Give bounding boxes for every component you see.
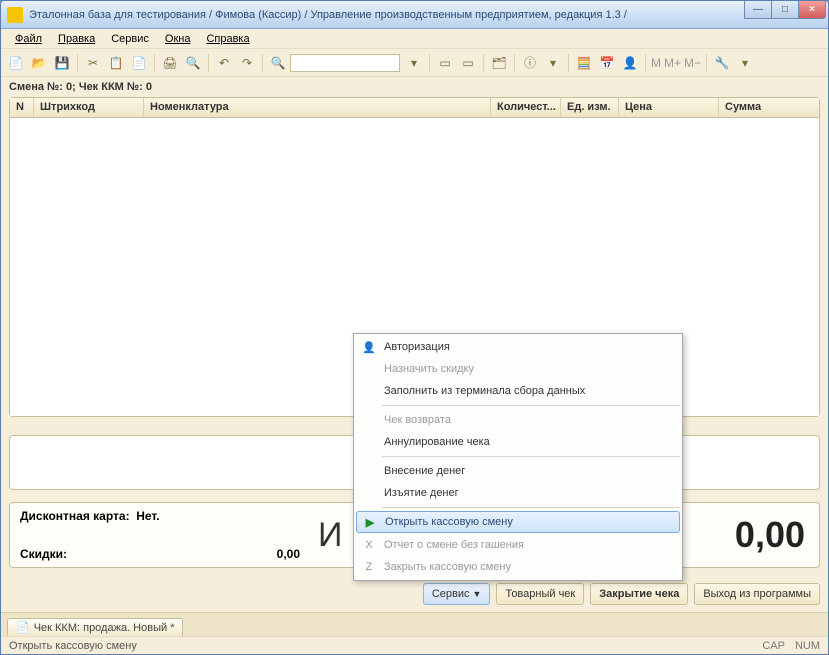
mi-auth[interactable]: 👤 Авторизация — [354, 336, 682, 358]
chevron-down-icon: ▼ — [473, 589, 482, 599]
status-bar: Открыть кассовую смену CAP NUM — [1, 636, 828, 654]
tb-views2-icon[interactable]: ▭ — [457, 52, 479, 74]
z-report-icon: Z — [358, 558, 380, 576]
bottom-button-bar: Сервис▼ Товарный чек Закрытие чека Выход… — [1, 578, 828, 610]
close-button[interactable]: × — [798, 1, 826, 19]
tb-copy-icon[interactable]: 📋 — [105, 52, 127, 74]
menubar: Файл Правка Сервис Окна Справка — [1, 29, 828, 49]
menu-windows[interactable]: Окна — [157, 31, 199, 47]
tb-cal-icon[interactable]: 📅 — [596, 52, 618, 74]
tb-paste-icon[interactable]: 📄 — [128, 52, 150, 74]
mi-fill-terminal[interactable]: Заполнить из терминала сбора данных — [354, 380, 682, 402]
app-icon — [7, 7, 23, 23]
status-cap: CAP — [762, 640, 785, 652]
mi-withdraw[interactable]: Изъятие денег — [354, 482, 682, 504]
shift-info: Смена №: 0; Чек ККМ №: 0 — [1, 77, 828, 97]
tb-mplus-button[interactable]: M+ — [663, 52, 682, 74]
tb-print-icon[interactable]: 🖨 — [159, 52, 181, 74]
minimize-button[interactable]: — — [744, 1, 772, 19]
mi-open-shift[interactable]: ▶ Открыть кассовую смену — [356, 511, 680, 533]
goods-check-button[interactable]: Товарный чек — [496, 583, 584, 605]
mi-close-shift[interactable]: Z Закрыть кассовую смену — [354, 556, 682, 578]
tb-preview-icon[interactable]: 🔍 — [182, 52, 204, 74]
tb-m-button[interactable]: M — [650, 52, 662, 74]
mi-annul[interactable]: Аннулирование чека — [354, 431, 682, 453]
tb-redo-icon[interactable]: ↷ — [236, 52, 258, 74]
col-n[interactable]: N — [10, 98, 34, 117]
play-icon: ▶ — [359, 513, 381, 531]
col-nomenclature[interactable]: Номенклатура — [144, 98, 491, 117]
mi-assign-discount[interactable]: Назначить скидку — [354, 358, 682, 380]
col-uom[interactable]: Ед. изм. — [561, 98, 619, 117]
discounts-value: 0,00 — [277, 547, 300, 561]
col-barcode[interactable]: Штрихкод — [34, 98, 144, 117]
service-context-menu: 👤 Авторизация Назначить скидку Заполнить… — [353, 333, 683, 581]
tb-dropdown-icon[interactable]: ▾ — [403, 52, 425, 74]
mi-return-check[interactable]: Чек возврата — [354, 409, 682, 431]
tb-info-icon[interactable]: ⓘ — [519, 52, 541, 74]
tb-search-input[interactable] — [290, 54, 400, 72]
tb-undo-icon[interactable]: ↶ — [213, 52, 235, 74]
mi-report-no-reset[interactable]: X Отчет о смене без гашения — [354, 534, 682, 556]
maximize-icon: □ — [782, 4, 788, 15]
tb-new-icon[interactable]: 📄 — [5, 52, 27, 74]
x-report-icon: X — [358, 536, 380, 554]
discounts-label: Скидки: — [20, 547, 67, 561]
menu-file[interactable]: Файл — [7, 31, 50, 47]
tb-user-icon[interactable]: 👤 — [619, 52, 641, 74]
minimize-icon: — — [753, 4, 763, 15]
tb-cut-icon[interactable]: ✂ — [82, 52, 104, 74]
tb-calc-icon[interactable]: 🧮 — [573, 52, 595, 74]
maximize-button[interactable]: □ — [771, 1, 799, 19]
tb-search-icon[interactable]: 🔍 — [267, 52, 289, 74]
menu-edit[interactable]: Правка — [50, 31, 103, 47]
tb-open-icon[interactable]: 📂 — [28, 52, 50, 74]
tb-mminus-button[interactable]: M− — [683, 52, 702, 74]
mi-deposit[interactable]: Внесение денег — [354, 460, 682, 482]
close-check-button[interactable]: Закрытие чека — [590, 583, 688, 605]
tb-stack-icon[interactable]: 🗂 — [488, 52, 510, 74]
status-num: NUM — [795, 640, 820, 652]
tb-wrench-dd-icon[interactable]: ▾ — [734, 52, 756, 74]
menu-help[interactable]: Справка — [198, 31, 257, 47]
exit-button[interactable]: Выход из программы — [694, 583, 820, 605]
tb-views-icon[interactable]: ▭ — [434, 52, 456, 74]
tb-wrench-icon[interactable]: 🔧 — [711, 52, 733, 74]
discount-card-label: Дисконтная карта: Нет. — [20, 509, 160, 523]
menu-service[interactable]: Сервис — [103, 31, 157, 47]
grid-header: N Штрихкод Номенклатура Количест... Ед. … — [10, 98, 819, 118]
col-price[interactable]: Цена — [619, 98, 719, 117]
window-title: Эталонная база для тестирования / Фимова… — [29, 9, 828, 21]
tb-info-dd-icon[interactable]: ▾ — [542, 52, 564, 74]
tabstrip: 📄Чек ККМ: продажа. Новый * — [1, 612, 828, 636]
col-quantity[interactable]: Количест... — [491, 98, 561, 117]
toolbar: 📄 📂 💾 ✂ 📋 📄 🖨 🔍 ↶ ↷ 🔍 ▾ ▭ ▭ 🗂 ⓘ ▾ 🧮 📅 👤 … — [1, 49, 828, 77]
close-icon: × — [809, 4, 815, 15]
status-text: Открыть кассовую смену — [9, 640, 137, 652]
col-sum[interactable]: Сумма — [719, 98, 819, 117]
titlebar: Эталонная база для тестирования / Фимова… — [1, 1, 828, 29]
service-button[interactable]: Сервис▼ — [423, 583, 491, 605]
tb-save-icon[interactable]: 💾 — [51, 52, 73, 74]
person-icon: 👤 — [358, 338, 380, 356]
document-tab[interactable]: 📄Чек ККМ: продажа. Новый * — [7, 618, 183, 636]
document-tab-icon: 📄 — [16, 622, 30, 634]
